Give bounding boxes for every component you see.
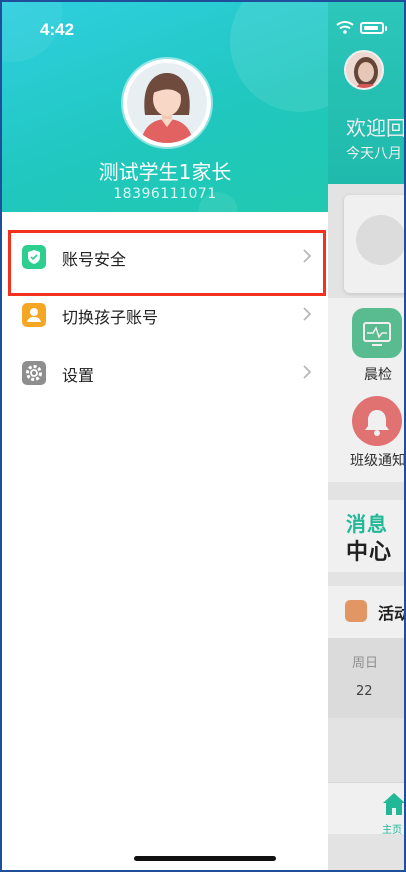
menu-item-settings[interactable]: 设置 <box>2 344 328 402</box>
side-drawer: 测试学生1家长 18396111071 账号安全 切换孩子账号 设置 <box>2 2 328 870</box>
menu-label: 切换孩子账号 <box>62 308 159 327</box>
user-icon <box>22 303 46 327</box>
status-bar: 4:42 <box>2 2 404 52</box>
chevron-right-icon <box>303 365 312 379</box>
gear-icon <box>22 361 46 385</box>
status-time: 4:42 <box>40 20 75 39</box>
menu-label: 设置 <box>62 366 95 385</box>
background-dim-overlay[interactable] <box>328 2 404 870</box>
user-phone: 18396111071 <box>113 186 217 202</box>
wifi-icon <box>336 21 354 34</box>
chevron-right-icon <box>303 307 312 321</box>
phone-screen: 欢迎回 今天八月 晨检 班级通知 消息 中心 活动 周日 22 主页 测试学生1… <box>2 2 404 870</box>
woman-avatar-icon <box>141 73 193 143</box>
home-indicator[interactable] <box>134 856 276 861</box>
profile-avatar[interactable] <box>123 59 211 147</box>
battery-icon <box>360 22 384 34</box>
highlight-box <box>8 230 326 296</box>
user-name: 测试学生1家长 <box>98 160 232 184</box>
battery-nub <box>385 26 387 31</box>
